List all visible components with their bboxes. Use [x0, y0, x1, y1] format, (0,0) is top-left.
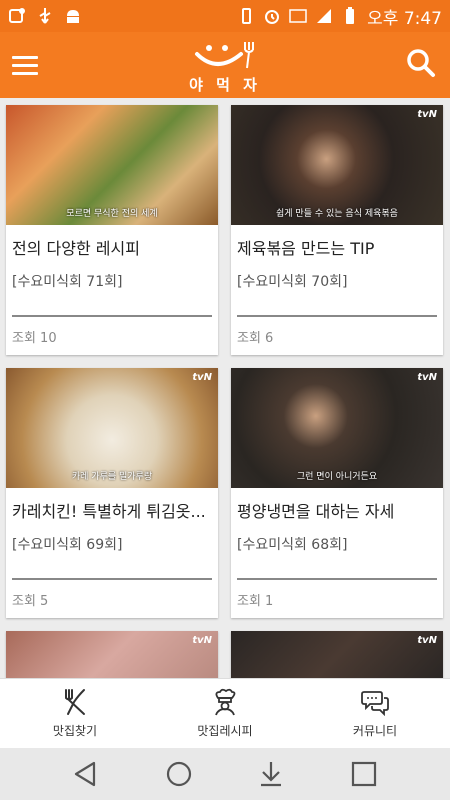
- recipe-episode: [수요미식회 70회]: [237, 274, 348, 290]
- app-bar: 야 먹 자: [0, 32, 450, 98]
- recipe-card[interactable]: tvN 쉽게 만들 수 있는 음식 제육볶음 제육볶음 만드는 TIP [수요미…: [231, 105, 443, 355]
- nav-community[interactable]: 커뮤니티: [300, 679, 450, 748]
- system-nav-bar: [0, 748, 450, 800]
- tvn-logo: tvN: [417, 109, 437, 120]
- recents-button[interactable]: [349, 759, 379, 789]
- recipe-thumbnail: tvN: [6, 631, 218, 678]
- recipe-card[interactable]: tvN 카레 가루를 밀가루랑 카레치킨! 특별하게 튀김옷... [수요미식회…: [6, 368, 218, 618]
- home-icon: [166, 761, 191, 787]
- signal-icon: [315, 7, 333, 25]
- android-debug-icon: [64, 7, 82, 25]
- status-time: 오후 7:47: [367, 8, 442, 29]
- chat-bubbles-icon: [361, 691, 389, 716]
- home-button[interactable]: [164, 759, 194, 789]
- search-button[interactable]: [406, 48, 436, 78]
- recipe-views: 조회 6: [237, 331, 274, 346]
- status-bar: 오후 7:47: [0, 0, 450, 32]
- alarm-icon: [263, 7, 281, 25]
- nav-label: 맛집찾기: [52, 724, 98, 738]
- smile-fork-logo-icon: [195, 42, 254, 69]
- tvn-logo: tvN: [417, 635, 437, 646]
- recipe-title: 제육볶음 만드는 TIP: [237, 239, 375, 258]
- lte-icon: [289, 7, 307, 25]
- nav-label: 맛집레시피: [197, 724, 253, 738]
- recipe-thumbnail: tvN 쉽게 만들 수 있는 음식 제육볶음: [231, 105, 443, 225]
- recipe-grid: 모르면 무식한 전의 세계 전의 다양한 레시피 [수요미식회 71회] 조회 …: [0, 98, 450, 678]
- tvn-logo: tvN: [192, 635, 212, 646]
- thumbnail-caption: 쉽게 만들 수 있는 음식 제육볶음: [276, 209, 398, 219]
- recipe-episode: [수요미식회 69회]: [12, 537, 123, 553]
- recipe-views: 조회 5: [12, 594, 49, 609]
- recipe-episode: [수요미식회 71회]: [12, 274, 123, 290]
- menu-button[interactable]: [12, 52, 38, 78]
- chef-icon: [215, 688, 236, 716]
- recipe-thumbnail: tvN: [231, 631, 443, 678]
- recipe-card[interactable]: 모르면 무식한 전의 세계 전의 다양한 레시피 [수요미식회 71회] 조회 …: [6, 105, 218, 355]
- recipe-thumbnail: 모르면 무식한 전의 세계: [6, 105, 218, 225]
- search-icon: [407, 49, 435, 77]
- tvn-logo: tvN: [417, 372, 437, 383]
- recipe-thumbnail: tvN 그런 면이 아니거든요: [231, 368, 443, 488]
- nav-restaurant-recipe[interactable]: 맛집레시피: [150, 679, 300, 748]
- fork-knife-icon: [65, 689, 85, 715]
- recipe-views: 조회 1: [237, 594, 274, 609]
- nav-restaurant-search[interactable]: 맛집찾기: [0, 679, 150, 748]
- recipe-card[interactable]: tvN: [6, 631, 218, 678]
- tvn-logo: tvN: [192, 372, 212, 383]
- recents-icon: [351, 761, 376, 787]
- recipe-title: 전의 다양한 레시피: [12, 239, 140, 258]
- thumbnail-caption: 카레 가루를 밀가루랑: [71, 472, 153, 482]
- recipe-title: 평양냉면을 대하는 자세: [237, 502, 395, 521]
- back-button[interactable]: [71, 759, 101, 789]
- logo-text: 야 먹 자: [189, 76, 261, 94]
- usb-icon: [36, 7, 54, 25]
- app-logo[interactable]: 야 먹 자: [180, 38, 270, 94]
- recipe-title: 카레치킨! 특별하게 튀김옷...: [12, 502, 206, 521]
- notification-icon: [8, 7, 26, 25]
- vibrate-icon: [237, 7, 255, 25]
- battery-icon: [341, 7, 359, 25]
- download-icon: [261, 762, 282, 787]
- download-button[interactable]: [256, 759, 286, 789]
- thumbnail-caption: 모르면 무식한 전의 세계: [66, 209, 158, 219]
- recipe-thumbnail: tvN 카레 가루를 밀가루랑: [6, 368, 218, 488]
- nav-label: 커뮤니티: [352, 724, 398, 738]
- back-icon: [75, 761, 96, 787]
- recipe-card[interactable]: tvN 그런 면이 아니거든요 평양냉면을 대하는 자세 [수요미식회 68회]…: [231, 368, 443, 618]
- thumbnail-caption: 그런 면이 아니거든요: [296, 472, 378, 482]
- recipe-views: 조회 10: [12, 331, 57, 346]
- hamburger-icon: [12, 56, 38, 59]
- recipe-card[interactable]: tvN: [231, 631, 443, 678]
- recipe-episode: [수요미식회 68회]: [237, 537, 348, 553]
- bottom-nav: 맛집찾기 맛집레시피 커뮤니티: [0, 678, 450, 748]
